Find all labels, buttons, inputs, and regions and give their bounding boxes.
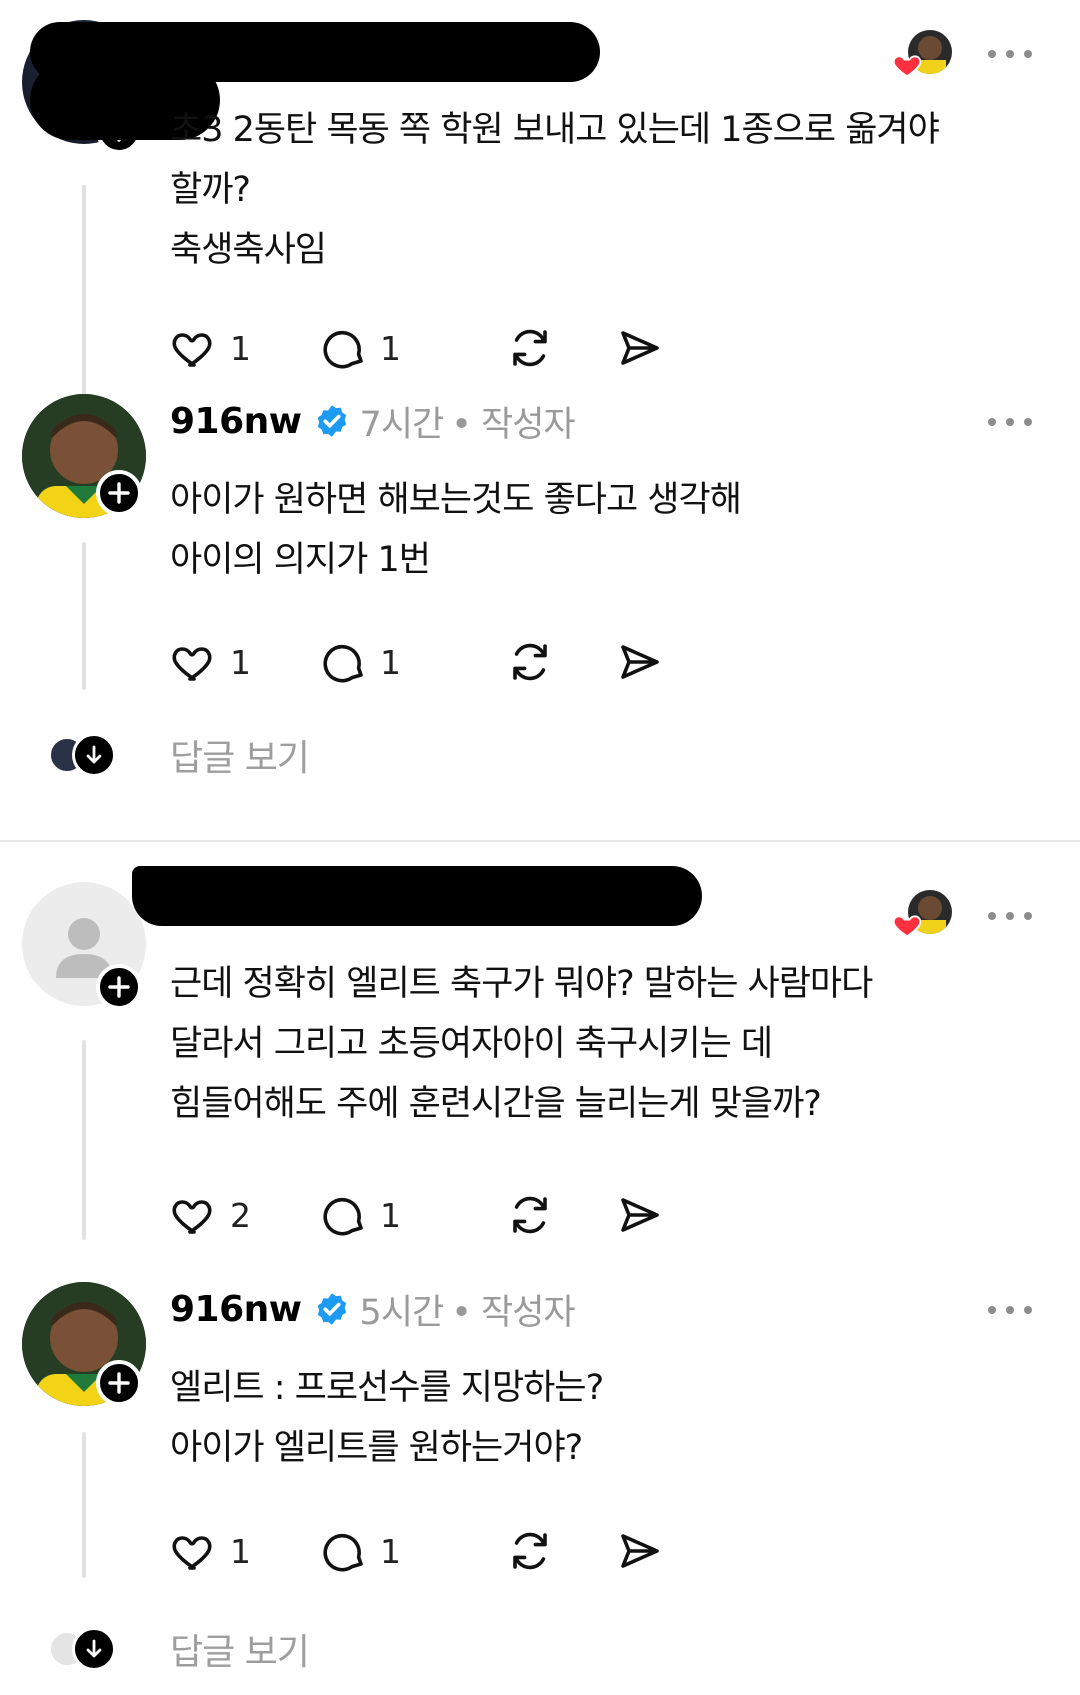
repost-icon — [513, 329, 547, 367]
post-text: 근데 정확히 엘리트 축구가 뭐야? 말하는 사람마다 달라서 그리고 초등여자… — [170, 964, 873, 1124]
author-tag: • 작성자 — [451, 404, 575, 445]
view-replies-row[interactable]: 답글 보기 — [48, 1623, 310, 1675]
plus-icon — [108, 1372, 130, 1394]
comment-button[interactable]: 1 — [320, 638, 430, 686]
comment-post-2: 916nw 7시간 • 작성자 아이가 원하면 해보는것도 좋다고 생각해 아이… — [0, 390, 1080, 779]
comment-button[interactable]: 1 — [320, 1191, 430, 1239]
thread-line — [82, 1432, 86, 1578]
plus-icon — [108, 976, 130, 998]
thread-line — [82, 542, 86, 690]
like-count: 1 — [230, 642, 251, 682]
heart-icon — [172, 1536, 212, 1570]
heart-icon — [892, 55, 922, 78]
like-count: 1 — [230, 1531, 251, 1571]
username[interactable]: 916nw — [170, 1289, 302, 1330]
like-button[interactable]: 1 — [170, 638, 280, 686]
thread-line — [82, 1040, 86, 1240]
arrow-down-icon — [72, 1627, 116, 1671]
comment-thread: 초3 2동탄 목동 쪽 학원 보내고 있는데 1종으로 옮겨야 할까? 축생축사… — [0, 0, 1080, 1695]
repost-button[interactable] — [506, 1191, 554, 1239]
like-button[interactable]: 1 — [170, 324, 280, 372]
heart-icon — [172, 647, 212, 681]
more-icon[interactable] — [988, 1302, 1032, 1318]
plus-icon — [108, 482, 130, 504]
post-time: 7시간 — [359, 404, 445, 445]
share-icon — [621, 645, 659, 679]
view-replies-link[interactable]: 답글 보기 — [170, 729, 310, 781]
comment-post-4: 916nw 5시간 • 작성자 엘리트 : 프로선수를 지망하는? 아이가 엘리… — [0, 1268, 1080, 1695]
comment-count: 1 — [380, 1531, 401, 1571]
follow-button[interactable] — [96, 964, 142, 1010]
liked-by-author-badge[interactable] — [892, 890, 952, 940]
action-bar: 1 1 — [170, 637, 664, 687]
follow-button[interactable] — [96, 1360, 142, 1406]
more-icon[interactable] — [988, 908, 1032, 924]
like-button[interactable]: 2 — [170, 1191, 280, 1239]
action-bar: 1 1 — [170, 323, 664, 373]
arrow-down-icon — [72, 733, 116, 777]
liked-by-author-badge[interactable] — [892, 30, 952, 80]
repost-icon — [513, 643, 547, 681]
comment-count: 1 — [380, 1195, 401, 1235]
comment-icon — [323, 1197, 363, 1236]
share-icon — [621, 1534, 659, 1568]
verified-icon — [317, 1293, 346, 1325]
divider — [0, 840, 1080, 842]
comment-button[interactable]: 1 — [320, 1527, 430, 1575]
like-count: 1 — [230, 328, 251, 368]
repost-button[interactable] — [506, 638, 554, 686]
follow-button[interactable] — [96, 470, 142, 516]
thread-line — [82, 185, 86, 398]
comment-count: 1 — [380, 328, 401, 368]
post-text: 엘리트 : 프로선수를 지망하는? 아이가 엘리트를 원하는거야? — [170, 1368, 604, 1468]
post-header: 916nw 7시간 • 작성자 — [170, 396, 576, 446]
like-count: 2 — [230, 1195, 251, 1235]
repost-icon — [513, 1532, 547, 1570]
author-tag: • 작성자 — [451, 1292, 575, 1333]
post-text: 아이가 원하면 해보는것도 좋다고 생각해 아이의 의지가 1번 — [170, 480, 742, 580]
comment-icon — [323, 1533, 363, 1572]
comment-count: 1 — [380, 642, 401, 682]
verified-icon — [317, 405, 346, 437]
share-button[interactable] — [616, 1191, 664, 1239]
share-icon — [621, 331, 659, 365]
redacted-username — [132, 866, 702, 926]
share-button[interactable] — [616, 324, 664, 372]
more-icon[interactable] — [988, 414, 1032, 430]
comment-post-3: 근데 정확히 엘리트 축구가 뭐야? 말하는 사람마다 달라서 그리고 초등여자… — [0, 860, 1080, 1250]
more-icon[interactable] — [988, 46, 1032, 62]
share-icon — [621, 1198, 659, 1232]
post-time: 5시간 — [359, 1292, 445, 1333]
share-button[interactable] — [616, 1527, 664, 1575]
action-bar: 2 1 — [170, 1190, 664, 1240]
like-button[interactable]: 1 — [170, 1527, 280, 1575]
heart-icon — [172, 1200, 212, 1234]
comment-button[interactable]: 1 — [320, 324, 430, 372]
view-replies-link[interactable]: 답글 보기 — [170, 1623, 310, 1675]
action-bar: 1 1 — [170, 1526, 664, 1576]
username[interactable]: 916nw — [170, 401, 302, 442]
heart-icon — [172, 333, 212, 367]
repost-button[interactable] — [506, 1527, 554, 1575]
post-header: 916nw 5시간 • 작성자 — [170, 1284, 576, 1334]
post-text: 초3 2동탄 목동 쪽 학원 보내고 있는데 1종으로 옮겨야 할까? 축생축사… — [170, 110, 940, 270]
repost-button[interactable] — [506, 324, 554, 372]
comment-icon — [323, 644, 363, 683]
share-button[interactable] — [616, 638, 664, 686]
comment-post-1: 초3 2동탄 목동 쪽 학원 보내고 있는데 1종으로 옮겨야 할까? 축생축사… — [0, 0, 1080, 398]
heart-icon — [892, 915, 922, 938]
view-replies-row[interactable]: 답글 보기 — [48, 729, 310, 781]
repost-icon — [513, 1196, 547, 1234]
comment-icon — [323, 330, 363, 369]
